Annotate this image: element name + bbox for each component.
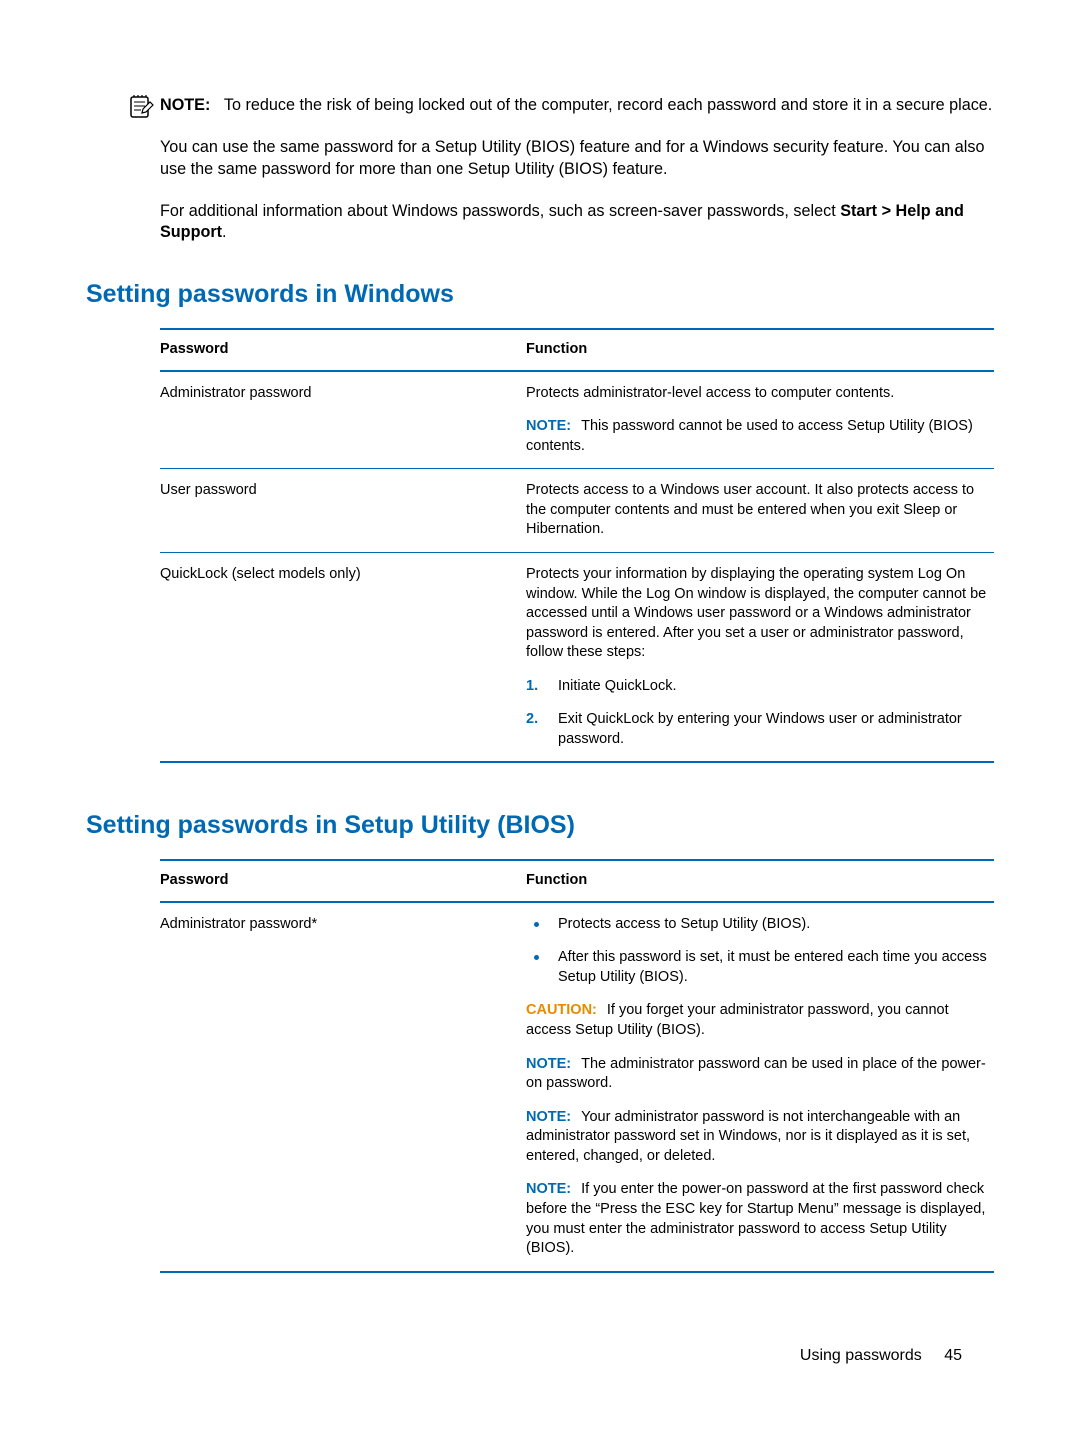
- intro-para-2: For additional information about Windows…: [160, 201, 994, 245]
- note-label: NOTE:: [526, 1056, 571, 1072]
- note-label: NOTE:: [160, 96, 210, 114]
- intro-note: NOTE: To reduce the risk of being locked…: [160, 95, 994, 117]
- cell-password: Administrator password: [160, 371, 526, 469]
- function-text: Protects your information by displaying …: [526, 565, 988, 663]
- note-text: Your administrator password is not inter…: [526, 1109, 970, 1164]
- bullet-item: After this password is set, it must be e…: [526, 948, 988, 987]
- footer-title: Using passwords: [800, 1347, 922, 1364]
- heading-windows-passwords: Setting passwords in Windows: [86, 278, 994, 312]
- document-page: NOTE: To reduce the risk of being locked…: [0, 0, 1080, 1437]
- note-label: NOTE:: [526, 418, 571, 434]
- function-note: NOTE:The administrator password can be u…: [526, 1055, 988, 1094]
- note-text: To reduce the risk of being locked out o…: [224, 96, 992, 114]
- page-number: 45: [944, 1347, 962, 1364]
- bullet-item: Protects access to Setup Utility (BIOS).: [526, 915, 988, 935]
- heading-bios-passwords: Setting passwords in Setup Utility (BIOS…: [86, 809, 994, 843]
- table-header-row: Password Function: [160, 860, 994, 902]
- table-row: Administrator password* Protects access …: [160, 902, 994, 1272]
- function-text: Protects access to a Windows user accoun…: [526, 481, 988, 540]
- table-windows-passwords: Password Function Administrator password…: [160, 328, 994, 763]
- function-caution: CAUTION:If you forget your administrator…: [526, 1001, 988, 1040]
- intro-block: NOTE: To reduce the risk of being locked…: [160, 95, 994, 244]
- table-bios-passwords: Password Function Administrator password…: [160, 859, 994, 1272]
- cell-function: Protects access to a Windows user accoun…: [526, 469, 994, 553]
- note-label: NOTE:: [526, 1109, 571, 1125]
- cell-function: Protects access to Setup Utility (BIOS).…: [526, 902, 994, 1272]
- col-password: Password: [160, 329, 526, 371]
- cell-function: Protects administrator-level access to c…: [526, 371, 994, 469]
- caution-label: CAUTION:: [526, 1002, 597, 1018]
- page-footer: Using passwords 45: [800, 1345, 962, 1367]
- col-function: Function: [526, 329, 994, 371]
- bios-bullets: Protects access to Setup Utility (BIOS).…: [526, 915, 988, 988]
- table-row: QuickLock (select models only) Protects …: [160, 552, 994, 762]
- cell-password: User password: [160, 469, 526, 553]
- function-note: NOTE:If you enter the power-on password …: [526, 1180, 988, 1258]
- note-text: This password cannot be used to access S…: [526, 418, 973, 454]
- function-note: NOTE:Your administrator password is not …: [526, 1108, 988, 1167]
- cell-password: Administrator password*: [160, 902, 526, 1272]
- col-password: Password: [160, 860, 526, 902]
- col-function: Function: [526, 860, 994, 902]
- table-row: User password Protects access to a Windo…: [160, 469, 994, 553]
- cell-password: QuickLock (select models only): [160, 552, 526, 762]
- cell-function: Protects your information by displaying …: [526, 552, 994, 762]
- intro-para-1: You can use the same password for a Setu…: [160, 137, 994, 181]
- note-label: NOTE:: [526, 1181, 571, 1197]
- table-row: Administrator password Protects administ…: [160, 371, 994, 469]
- quicklock-steps: Initiate QuickLock. Exit QuickLock by en…: [526, 677, 988, 750]
- function-text: Protects administrator-level access to c…: [526, 384, 988, 404]
- table-header-row: Password Function: [160, 329, 994, 371]
- step-item: Exit QuickLock by entering your Windows …: [526, 710, 988, 749]
- step-item: Initiate QuickLock.: [526, 677, 988, 697]
- note-text: The administrator password can be used i…: [526, 1056, 986, 1092]
- note-icon: [128, 94, 154, 120]
- function-note: NOTE:This password cannot be used to acc…: [526, 417, 988, 456]
- note-text: If you enter the power-on password at th…: [526, 1181, 985, 1256]
